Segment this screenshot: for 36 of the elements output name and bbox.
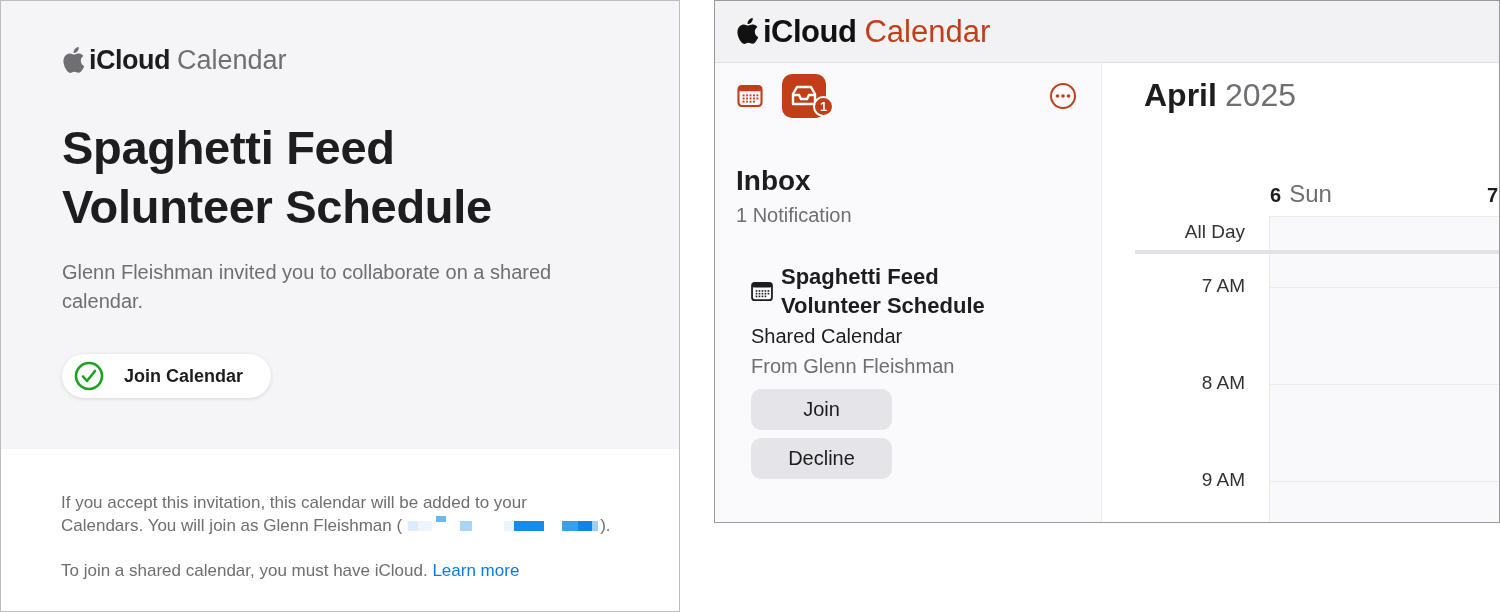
product-text: Calendar (864, 13, 991, 50)
action-button[interactable]: Join (751, 389, 892, 430)
all-day-label: All Day (1183, 220, 1246, 244)
invitation-message: Glenn Fleishman invited you to collaborate on a shared calendar. (62, 260, 553, 314)
apple-icon (736, 18, 758, 45)
hour-label: 7 AM (1200, 275, 1245, 297)
notice-text: If you accept this invitation, this calendar will be added to your (61, 492, 528, 514)
join-calendar-button[interactable]: Join Calendar (62, 354, 271, 398)
brand-text: iCloud (89, 45, 170, 76)
hour-label: 9 AM (1200, 469, 1245, 491)
calendar-title: Spaghetti Feed Volunteer Schedule (62, 120, 493, 235)
notification-count: 1 Notification (736, 204, 853, 227)
notification-title: Spaghetti Feed Volunteer Schedule (781, 263, 986, 320)
calendar-icon (751, 281, 773, 301)
action-button[interactable]: Decline (751, 438, 892, 479)
calendar-icon (737, 85, 763, 107)
year-label: 2025 (1224, 77, 1297, 113)
inbox-heading: Inbox (736, 165, 812, 197)
notification-type: Shared Calendar (751, 324, 903, 349)
inbox-tray-icon (790, 85, 818, 107)
checkmark-circle-icon (74, 361, 104, 391)
hour-label: 8 AM (1200, 372, 1245, 394)
product-text: Calendar (177, 45, 287, 76)
weekday-label: Sun (1289, 180, 1332, 207)
day-number: 6 (1270, 184, 1282, 206)
notice-text: Calendars. You will join as Glenn Fleishman ( (61, 516, 403, 535)
footer-text: To join a shared calendar, you must have iCloud. (61, 561, 428, 580)
more-options-button[interactable] (1049, 82, 1077, 110)
day-number: 7 (1487, 184, 1499, 206)
notice-text: ). (600, 516, 611, 535)
month-label: April (1144, 77, 1217, 113)
apple-icon (62, 47, 84, 74)
learn-more-link[interactable]: Learn more (432, 561, 520, 580)
more-icon (1049, 82, 1077, 110)
notification-sender: From Glenn Fleishman (751, 354, 955, 379)
brand-text: iCloud (763, 13, 857, 50)
